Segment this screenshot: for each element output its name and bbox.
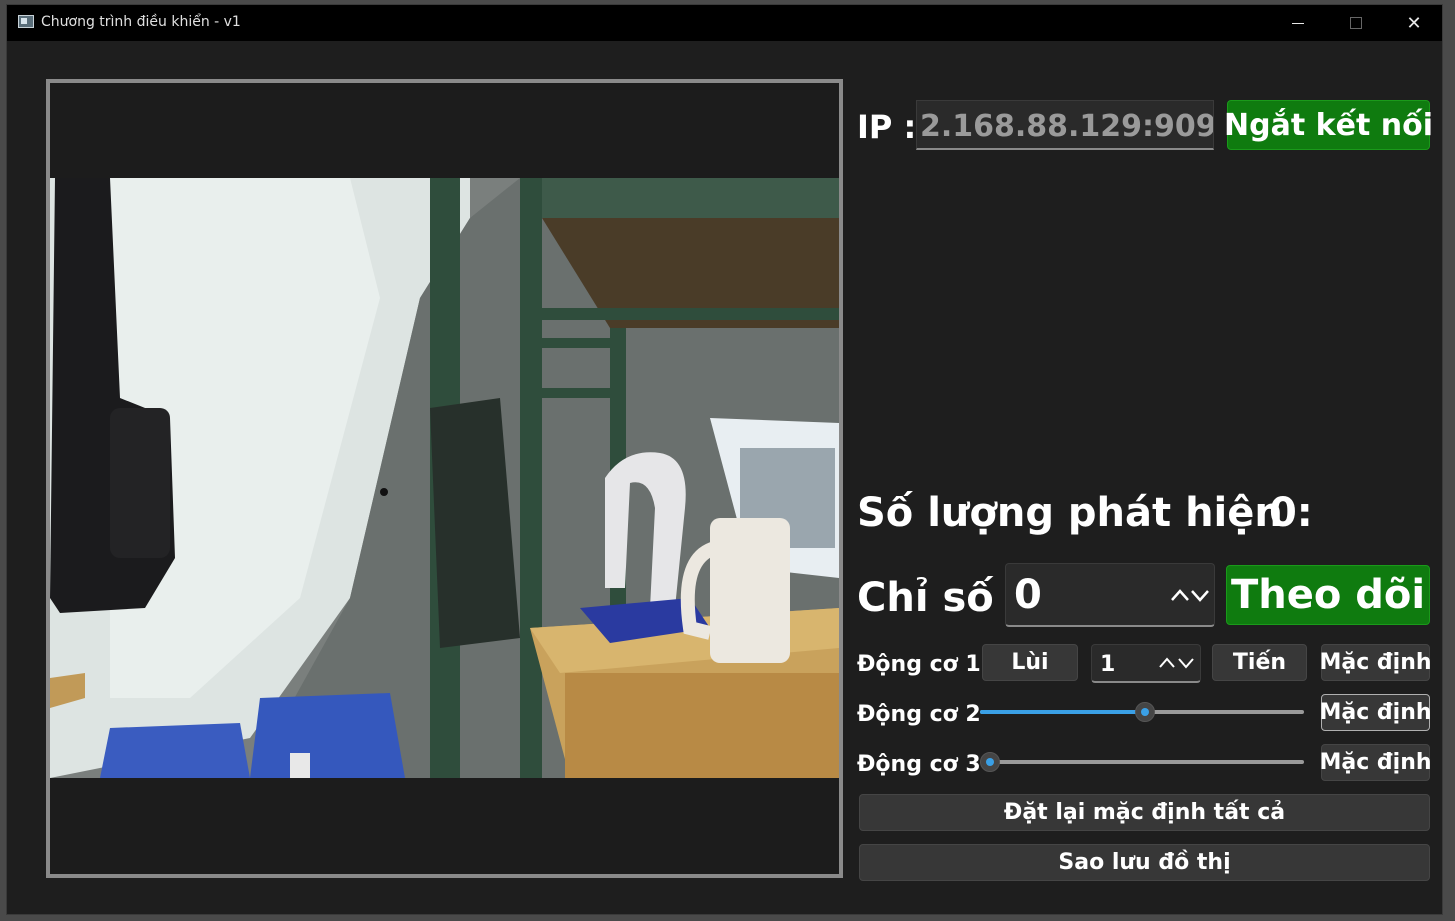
detection-count-label: Số lượng phát hiện : <box>857 490 1313 536</box>
title-bar: Chương trình điều khiển - v1 ✕ <box>7 5 1442 41</box>
spin-arrows-icon[interactable] <box>1158 656 1196 670</box>
motor1-forward-button[interactable]: Tiến <box>1212 644 1307 681</box>
motor1-step-value: 1 <box>1100 652 1116 677</box>
motor1-step-spinbox[interactable]: 1 <box>1091 644 1201 683</box>
minimize-button[interactable] <box>1269 5 1327 41</box>
motor2-slider-thumb[interactable] <box>1135 702 1156 722</box>
motor2-label: Động cơ 2 <box>857 702 981 727</box>
app-window: Chương trình điều khiển - v1 ✕ IP: 2.16… <box>6 4 1443 915</box>
motor1-back-button[interactable]: Lùi <box>982 644 1078 681</box>
camera-feed <box>50 178 839 778</box>
window-title: Chương trình điều khiển - v1 <box>41 14 241 30</box>
maximize-button[interactable] <box>1327 5 1385 41</box>
camera-image <box>50 178 839 778</box>
detection-count-value: 0 <box>1269 490 1297 536</box>
motor2-slider-fill <box>980 710 1146 714</box>
disconnect-button[interactable]: Ngắt kết nối <box>1224 100 1433 150</box>
motor1-default-button[interactable]: Mặc định <box>1319 644 1432 681</box>
maximize-icon <box>1350 17 1362 29</box>
app-icon <box>18 15 34 28</box>
track-button[interactable]: Theo dõi <box>1226 565 1430 625</box>
motor3-default-button[interactable]: Mặc định <box>1319 744 1432 781</box>
index-value: 0 <box>1014 572 1042 618</box>
motor3-slider[interactable] <box>980 752 1304 772</box>
close-icon: ✕ <box>1406 12 1422 34</box>
spin-arrows-icon[interactable] <box>1170 586 1210 604</box>
motor3-label: Động cơ 3 <box>857 752 981 777</box>
minimize-icon <box>1292 22 1304 24</box>
motor1-label: Động cơ 1 <box>857 652 981 677</box>
motor2-default-button[interactable]: Mặc định <box>1319 694 1432 731</box>
ip-label: IP : <box>857 108 917 146</box>
video-frame <box>46 79 843 878</box>
index-label: Chỉ số : <box>857 575 1024 621</box>
motor3-slider-thumb[interactable] <box>980 752 1000 772</box>
reset-all-button[interactable]: Đặt lại mặc định tất cả <box>859 794 1430 831</box>
ip-address-field[interactable]: 2.168.88.129:9090 <box>916 100 1214 150</box>
save-graph-button[interactable]: Sao lưu đồ thị <box>859 844 1430 881</box>
motor2-slider[interactable] <box>980 702 1304 722</box>
index-spinbox[interactable]: 0 <box>1005 563 1215 627</box>
close-button[interactable]: ✕ <box>1385 5 1443 41</box>
